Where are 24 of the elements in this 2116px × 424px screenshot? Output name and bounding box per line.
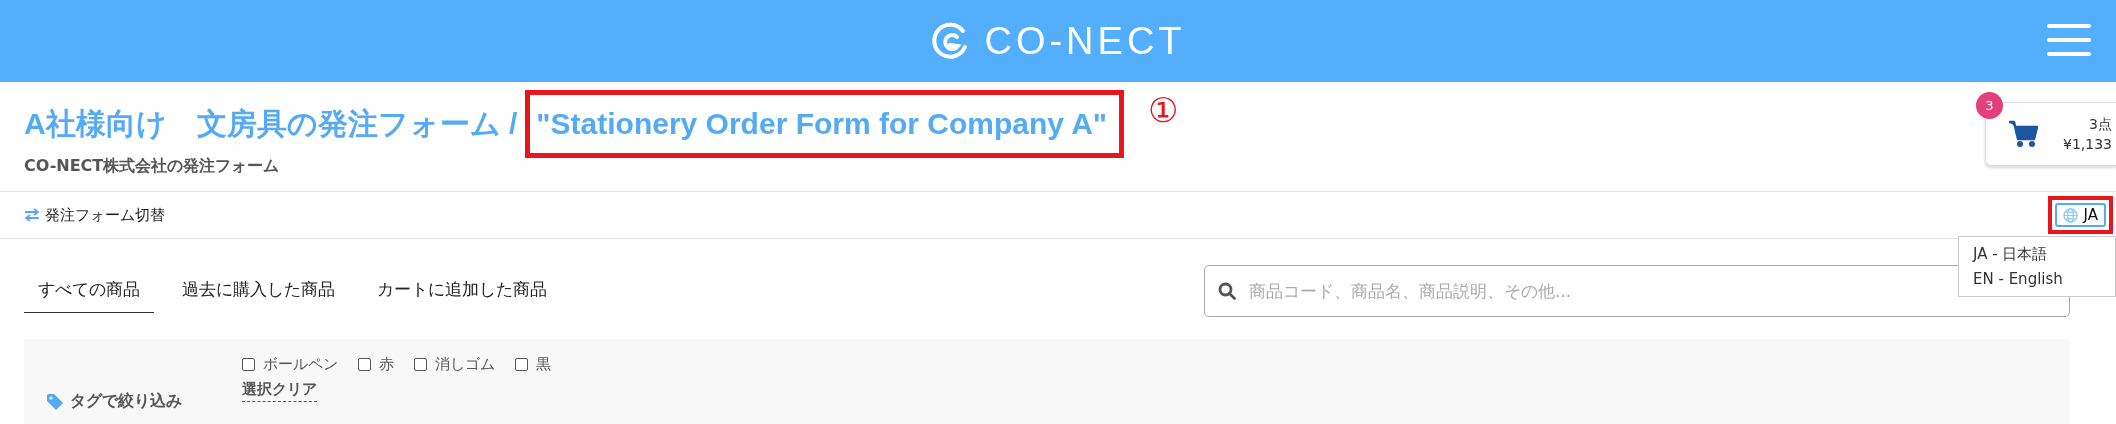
tab[interactable]: すべての商品	[24, 269, 154, 313]
filter-label: タグで絞り込み	[70, 391, 182, 412]
tag-checkbox[interactable]: 赤	[358, 355, 394, 374]
cart-count-badge: 3	[1976, 92, 2003, 119]
form-title: A社様向け 文房具の発注フォーム /	[24, 105, 518, 142]
tag-checkbox[interactable]: ボールペン	[242, 355, 338, 374]
form-title-english: "Stationery Order Form for Company A"	[536, 107, 1108, 140]
language-option[interactable]: JA - 日本語	[1959, 242, 2115, 267]
menu-icon[interactable]	[2046, 23, 2092, 57]
tab[interactable]: カートに追加した商品	[363, 269, 561, 313]
annotation-number: ①	[1148, 90, 1179, 130]
swap-icon	[24, 208, 40, 222]
cart-total: ¥1,133	[2063, 135, 2112, 154]
language-button[interactable]: JA	[2054, 203, 2106, 227]
cart-quantity: 3点	[2089, 115, 2112, 134]
tag-icon	[46, 392, 64, 411]
globe-icon	[2062, 207, 2078, 223]
company-name: CO-NECT株式会社の発注フォーム	[24, 156, 281, 177]
cart-icon	[2008, 120, 2038, 148]
logo-text: CO-NECT	[984, 19, 1186, 63]
clear-selection-link[interactable]: 選択クリア	[242, 380, 317, 402]
tag-checkbox[interactable]: 黒	[515, 355, 551, 374]
tag-checkbox[interactable]: 消しゴム	[414, 355, 495, 374]
tab[interactable]: 過去に購入した商品	[168, 269, 349, 313]
